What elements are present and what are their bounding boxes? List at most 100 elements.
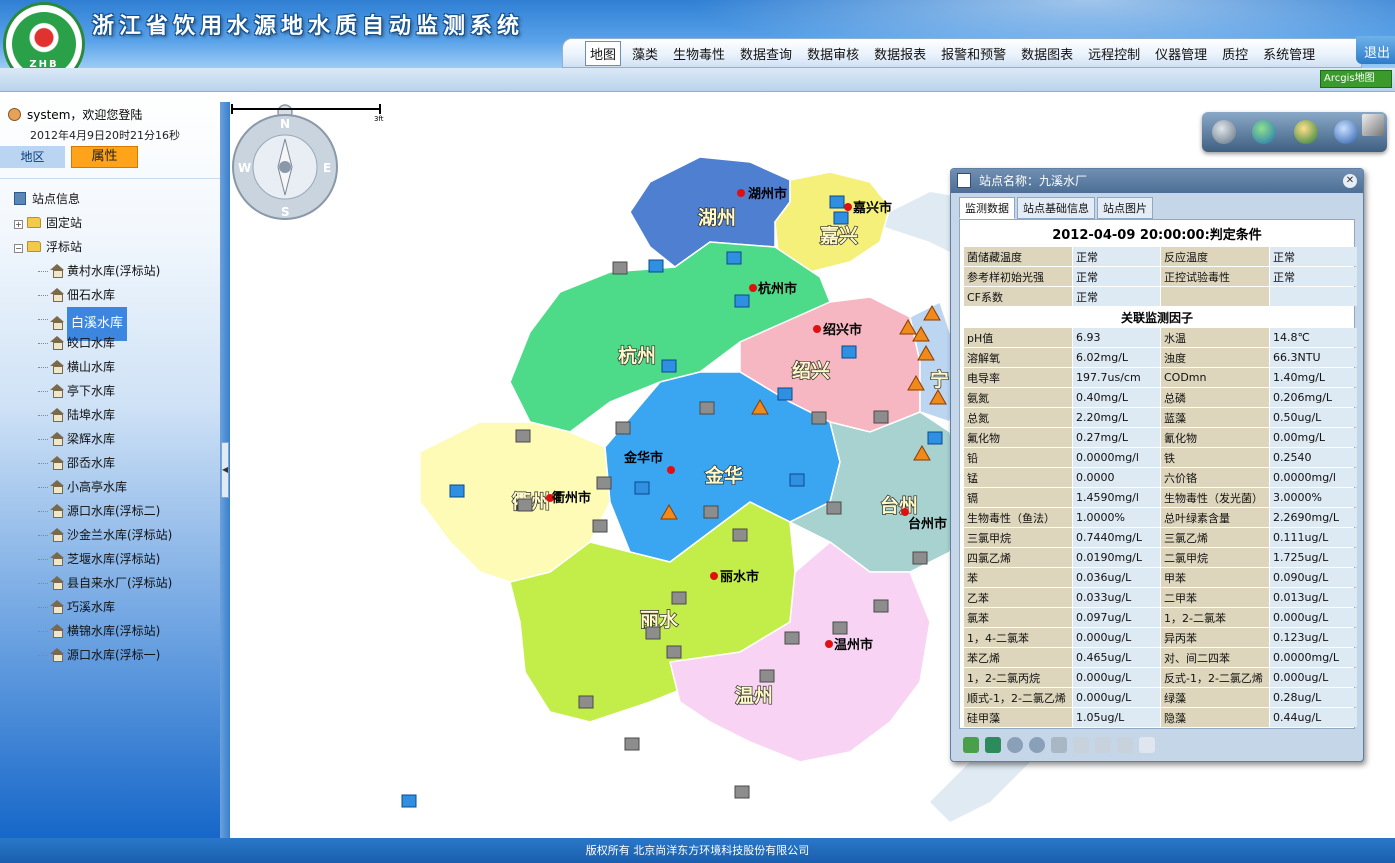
- panel-tab-2[interactable]: 站点图片: [1097, 197, 1153, 219]
- station-marker-icon[interactable]: [517, 498, 533, 512]
- compass-west[interactable]: W: [238, 161, 251, 175]
- panel-title-bar[interactable]: 站点名称：九溪水厂 ✕: [951, 169, 1363, 193]
- station-item[interactable]: 横山水库: [0, 355, 220, 379]
- station-marker-icon[interactable]: [596, 476, 612, 490]
- station-marker-icon[interactable]: [912, 551, 928, 565]
- panel-tab-0[interactable]: 监测数据: [959, 197, 1015, 219]
- tree-icon[interactable]: [985, 737, 1001, 753]
- station-item[interactable]: 源口水库(浮标二): [0, 499, 220, 523]
- tree-group-float[interactable]: − 浮标站: [0, 235, 220, 259]
- station-home-icon[interactable]: [1095, 737, 1111, 753]
- home-icon[interactable]: [1073, 737, 1089, 753]
- menu-item-7[interactable]: 数据图表: [1017, 42, 1077, 65]
- station-marker-icon[interactable]: [449, 484, 465, 498]
- pan-tool-icon[interactable]: [1212, 120, 1236, 144]
- station-marker-icon[interactable]: [832, 621, 848, 635]
- layers-icon[interactable]: [1294, 120, 1318, 144]
- station-item[interactable]: 梁辉水库: [0, 427, 220, 451]
- panel-tab-1[interactable]: 站点基础信息: [1017, 197, 1095, 219]
- tree-root-station-info[interactable]: 站点信息: [0, 187, 220, 211]
- city-dot-taizhou[interactable]: [901, 508, 909, 516]
- menu-item-2[interactable]: 生物毒性: [669, 42, 729, 65]
- station-marker-icon[interactable]: [732, 528, 748, 542]
- station-item[interactable]: 陆埠水库: [0, 403, 220, 427]
- station-marker-icon[interactable]: [777, 387, 793, 401]
- logout-button[interactable]: 退出: [1356, 36, 1395, 64]
- station-marker-icon[interactable]: [784, 631, 800, 645]
- station-marker-icon[interactable]: [666, 645, 682, 659]
- tab-property[interactable]: 属性: [71, 146, 138, 168]
- menu-item-0[interactable]: 地图: [585, 40, 622, 66]
- city-dot-jinhua[interactable]: [667, 466, 675, 474]
- station-item[interactable]: 沙金兰水库(浮标站): [0, 523, 220, 547]
- menu-item-8[interactable]: 远程控制: [1084, 42, 1144, 65]
- close-icon[interactable]: ✕: [1343, 174, 1357, 188]
- compass-south[interactable]: S: [281, 205, 290, 219]
- city-dot-shaoxing[interactable]: [813, 325, 821, 333]
- station-marker-icon[interactable]: [592, 519, 608, 533]
- station-item[interactable]: 亭下水库: [0, 379, 220, 403]
- city-dot-huzhou[interactable]: [737, 189, 745, 197]
- station-marker-icon[interactable]: [612, 261, 628, 275]
- station-marker-icon[interactable]: [927, 431, 943, 445]
- station-marker-icon[interactable]: [515, 429, 531, 443]
- station-marker-icon[interactable]: [873, 599, 889, 613]
- station-item[interactable]: 佃石水库: [0, 283, 220, 307]
- plant-icon[interactable]: [963, 737, 979, 753]
- arcgis-map-button[interactable]: Arcgis地图: [1320, 70, 1392, 88]
- record-icon[interactable]: [1007, 737, 1023, 753]
- station-marker-icon[interactable]: [789, 473, 805, 487]
- station-marker-icon[interactable]: [826, 501, 842, 515]
- globe-select-icon[interactable]: [1252, 120, 1276, 144]
- station-marker-icon[interactable]: [873, 410, 889, 424]
- play-icon[interactable]: [1029, 737, 1045, 753]
- station-item[interactable]: 白溪水库: [0, 307, 220, 341]
- expand-plus-icon[interactable]: +: [14, 220, 23, 229]
- city-dot-lishui[interactable]: [710, 572, 718, 580]
- menu-item-9[interactable]: 仪器管理: [1151, 42, 1211, 65]
- station-item[interactable]: 芝堰水库(浮标站): [0, 547, 220, 571]
- station-item[interactable]: 黄村水库(浮标站): [0, 259, 220, 283]
- station-marker-icon[interactable]: [734, 294, 750, 308]
- menu-item-10[interactable]: 质控: [1218, 42, 1252, 65]
- city-dot-hangzhou[interactable]: [749, 284, 757, 292]
- collapse-minus-icon[interactable]: −: [14, 244, 23, 253]
- station-item[interactable]: 邵岙水库: [0, 451, 220, 475]
- station-item[interactable]: 小高亭水库: [0, 475, 220, 499]
- station-marker-icon[interactable]: [734, 785, 750, 799]
- station-marker-icon[interactable]: [648, 259, 664, 273]
- station-marker-icon[interactable]: [699, 401, 715, 415]
- station-item[interactable]: 巧溪水库: [0, 595, 220, 619]
- station-marker-icon[interactable]: [726, 251, 742, 265]
- station-marker-icon[interactable]: [645, 626, 661, 640]
- menu-item-4[interactable]: 数据审核: [803, 42, 863, 65]
- boat-icon[interactable]: [1051, 737, 1067, 753]
- sidebar-splitter[interactable]: ◀: [220, 102, 230, 838]
- menu-item-11[interactable]: 系统管理: [1259, 42, 1319, 65]
- station-marker-icon[interactable]: [661, 359, 677, 373]
- station-marker-icon[interactable]: [759, 669, 775, 683]
- tools-icon[interactable]: [1362, 114, 1384, 136]
- station-marker-icon[interactable]: [703, 505, 719, 519]
- tab-area[interactable]: 地区: [0, 146, 65, 168]
- station-marker-icon[interactable]: [634, 481, 650, 495]
- cube-view-icon[interactable]: [1334, 120, 1358, 144]
- station-marker-icon[interactable]: [615, 421, 631, 435]
- city-dot-jiaxing[interactable]: [844, 203, 852, 211]
- collapse-arrow-icon[interactable]: ◀: [221, 442, 229, 498]
- menu-item-3[interactable]: 数据查询: [736, 42, 796, 65]
- station-item[interactable]: 皎口水库: [0, 331, 220, 355]
- menu-item-5[interactable]: 数据报表: [870, 42, 930, 65]
- region-jiaxing[interactable]: [774, 171, 891, 273]
- station-marker-icon[interactable]: [401, 794, 417, 808]
- station-marker-icon[interactable]: [829, 195, 845, 209]
- tree-group-fixed[interactable]: + 固定站: [0, 211, 220, 235]
- station-marker-icon[interactable]: [833, 211, 849, 225]
- station-marker-icon[interactable]: [841, 345, 857, 359]
- station-marker-icon[interactable]: [671, 591, 687, 605]
- compass-east[interactable]: E: [323, 161, 331, 175]
- edit-icon[interactable]: [1139, 737, 1155, 753]
- building-icon[interactable]: [1117, 737, 1133, 753]
- menu-item-6[interactable]: 报警和预警: [937, 42, 1010, 65]
- station-item[interactable]: 横锦水库(浮标站): [0, 619, 220, 643]
